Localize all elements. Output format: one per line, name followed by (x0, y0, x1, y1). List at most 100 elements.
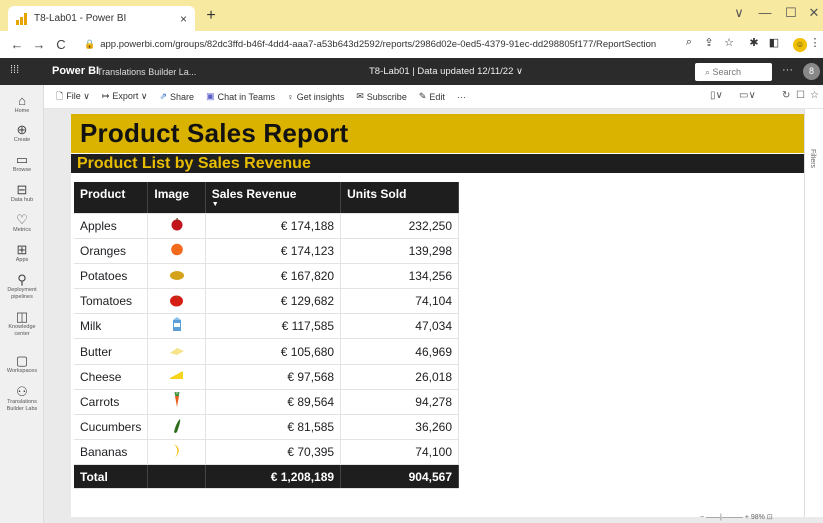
table-row[interactable]: Cucumbers € 81,585 36,260 (74, 414, 459, 441)
revenue-cell: € 81,585 (205, 414, 342, 441)
nav-item-translations-builder-labs[interactable]: ⚇ Translations Builder Labs (0, 384, 44, 413)
image-cell (147, 338, 206, 365)
units-cell: 36,260 (340, 414, 459, 441)
revenue-cell: € 89,564 (205, 389, 342, 416)
column-label: Units Sold (347, 187, 407, 201)
subtitle-bar: Product List by Sales Revenue (71, 154, 804, 173)
bookmark-icon[interactable]: ▯∨ (710, 90, 723, 101)
search-input[interactable]: ⌕ Search (695, 63, 772, 81)
refresh-icon[interactable]: ↻ (782, 90, 790, 101)
sidebar-icon[interactable]: ◧ (765, 36, 783, 49)
address-bar[interactable]: 🔒 app.powerbi.com/groups/82dc3ffd-b46f-4… (84, 36, 674, 53)
comment-icon[interactable]: ☐ (796, 90, 805, 101)
apps-icon: ⊞ (16, 242, 28, 257)
tab-close-icon[interactable]: × (180, 12, 187, 26)
subscribe-button[interactable]: ✉ Subscribe (356, 91, 407, 102)
product-table: Product Image Sales Revenue ▼ Units Sold … (74, 182, 459, 490)
zoom-slider[interactable]: ——|——— (706, 514, 743, 521)
table-header-row: Product Image Sales Revenue ▼ Units Sold (74, 182, 459, 214)
monitor-icon: ▢ (15, 353, 29, 368)
column-header-product[interactable]: Product (74, 182, 149, 214)
table-row[interactable]: Apples € 174,188 232,250 (74, 213, 459, 239)
nav-item-create[interactable]: ⊕ Create (0, 122, 44, 144)
total-label: Total (74, 464, 149, 490)
back-button[interactable]: ← (6, 37, 28, 52)
table-row[interactable]: Potatoes € 167,820 134,256 (74, 263, 459, 290)
table-row[interactable]: Milk € 117,585 47,034 (74, 313, 459, 340)
fit-page-icon[interactable]: ⊡ (767, 514, 773, 521)
table-row[interactable]: Oranges € 174,123 139,298 (74, 238, 459, 264)
image-cell (147, 213, 206, 239)
nav-item-data-hub[interactable]: ⊟ Data hub (0, 182, 44, 204)
browser-tab-strip: T8-Lab01 - Power BI × + ∨ — ☐ ✕ (0, 0, 823, 31)
minimize-button[interactable]: — (751, 5, 779, 20)
workspace-breadcrumb[interactable]: Translations Builder La... (97, 67, 196, 77)
bookmark-star-icon[interactable]: ☆ (720, 36, 738, 49)
nav-label: Apps (15, 257, 29, 263)
zoom-in-icon[interactable]: + (745, 514, 749, 521)
nav-item-deployment-pipelines[interactable]: ⚲ Deployment pipelines (0, 272, 44, 301)
revenue-cell: € 117,585 (205, 313, 342, 340)
sort-descending-icon[interactable]: ▼ (212, 201, 334, 208)
get-insights-button[interactable]: ♀ Get insights (287, 92, 344, 102)
toolbar-more-button[interactable]: ··· (457, 92, 466, 102)
column-header-units-sold[interactable]: Units Sold (340, 182, 459, 214)
close-window-button[interactable]: ✕ (800, 5, 823, 21)
nav-label: Metrics (13, 227, 31, 233)
column-header-sales-revenue[interactable]: Sales Revenue ▼ (205, 182, 342, 214)
nav-label: Create (13, 137, 31, 143)
table-row[interactable]: Butter € 105,680 46,969 (74, 338, 459, 365)
zoom-icon[interactable]: ⌕ (680, 36, 698, 49)
view-icon[interactable]: ▭∨ (739, 90, 756, 101)
file-menu[interactable]: 🗋 File ∨ (56, 89, 90, 105)
search-placeholder: Search (712, 67, 742, 77)
insights-label: Get insights (296, 91, 345, 102)
forward-button[interactable]: → (28, 37, 50, 52)
nav-item-metrics[interactable]: ♡ Metrics (0, 212, 44, 234)
revenue-cell: € 97,568 (205, 364, 342, 390)
edit-button[interactable]: ✎ Edit (419, 91, 445, 102)
table-row[interactable]: Bananas € 70,395 74,100 (74, 439, 459, 466)
filters-pane-collapsed[interactable]: Filters (804, 109, 823, 517)
share-page-icon[interactable]: ⇪ (700, 36, 718, 49)
table-row[interactable]: Carrots € 89,564 94,278 (74, 389, 459, 416)
reload-button[interactable]: C (50, 37, 72, 52)
nav-item-home[interactable]: ⌂ Home (0, 93, 44, 115)
chat-in-teams-button[interactable]: ▣ Chat in Teams (206, 91, 275, 102)
trophy-icon: ♡ (16, 212, 28, 227)
nav-item-apps[interactable]: ⊞ Apps (0, 242, 44, 264)
export-menu[interactable]: ↦ Export ∨ (102, 91, 148, 102)
database-icon: ⊟ (16, 182, 28, 197)
cheese-icon (169, 369, 184, 384)
favorite-star-icon[interactable]: ☆ (810, 90, 819, 101)
browser-menu-icon[interactable]: ⋮ (806, 36, 823, 49)
extensions-icon[interactable]: ✱ (745, 36, 763, 49)
column-header-image[interactable]: Image (147, 182, 206, 214)
nav-label: Deployment pipelines (7, 287, 37, 300)
table-row[interactable]: Cheese € 97,568 26,018 (74, 364, 459, 390)
more-options-icon[interactable]: ··· (782, 64, 793, 76)
report-status[interactable]: T8-Lab01 | Data updated 12/11/22 ∨ (369, 66, 523, 77)
column-label: Sales Revenue (211, 187, 297, 201)
nav-item-knowledge-center[interactable]: ◫ Knowledge center (0, 309, 44, 338)
nav-item-workspaces[interactable]: ▢ Workspaces (0, 353, 44, 375)
home-icon: ⌂ (18, 93, 26, 108)
share-button[interactable]: ⇗ Share (160, 91, 195, 102)
zoom-out-icon[interactable]: − (700, 514, 704, 521)
powerbi-brand[interactable]: Power BI (52, 65, 99, 77)
tab-search-icon[interactable]: ∨ (725, 5, 753, 21)
image-cell (147, 288, 206, 315)
browser-tab[interactable]: T8-Lab01 - Power BI × (8, 6, 195, 31)
teams-icon: ▣ (206, 91, 215, 101)
zoom-control[interactable]: − ——|——— + 98% ⊡ (700, 513, 773, 521)
table-row[interactable]: Tomatoes € 129,682 74,104 (74, 288, 459, 315)
profile-avatar-icon[interactable]: ☺ (793, 38, 807, 52)
carrot-icon (172, 392, 182, 411)
nav-label: Browse (12, 167, 32, 173)
new-tab-button[interactable]: + (200, 7, 222, 25)
app-launcher-icon[interactable]: ⁞⁞⁞ (10, 64, 19, 76)
user-avatar[interactable]: 8 (803, 63, 820, 80)
tomato-icon (169, 293, 184, 310)
nav-item-browse[interactable]: ▭ Browse (0, 152, 44, 174)
powerbi-header: ⁞⁞⁞ Power BI Translations Builder La... … (0, 58, 823, 85)
